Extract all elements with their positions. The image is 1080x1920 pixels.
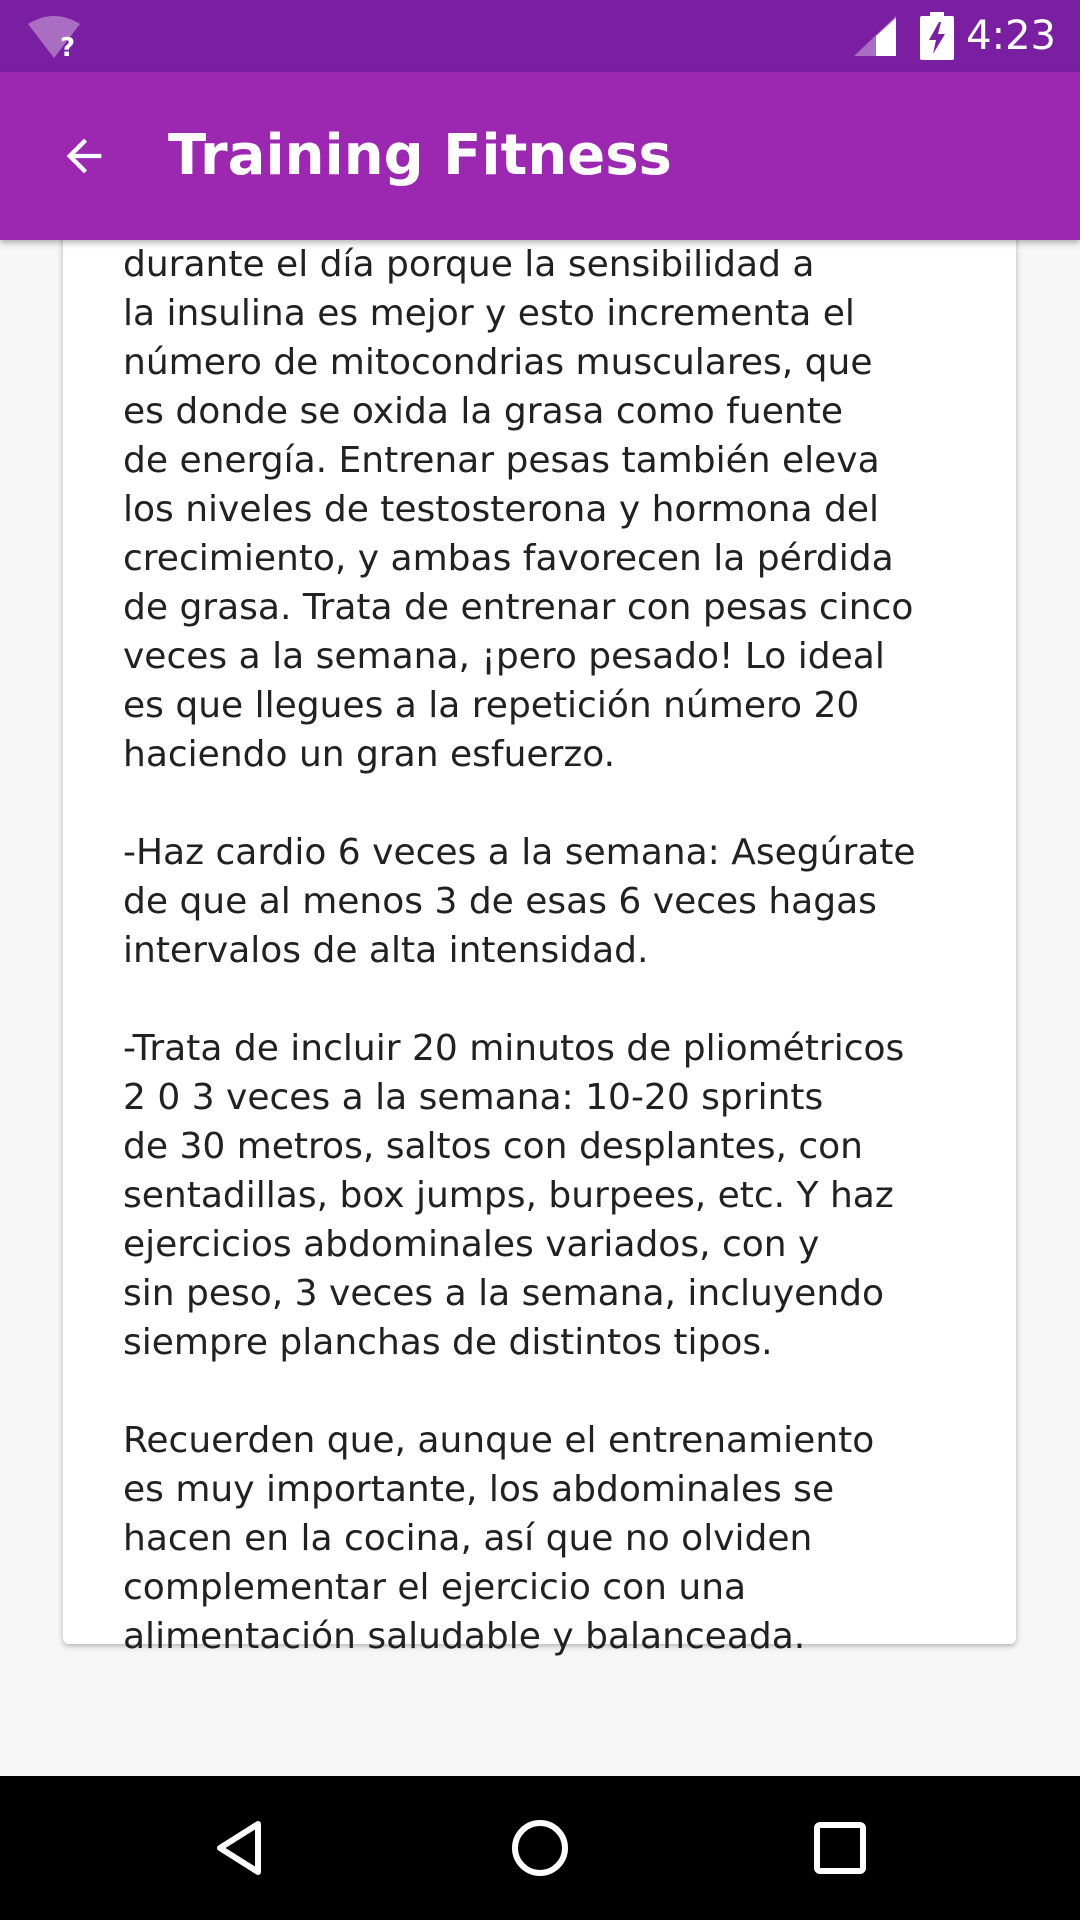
article-text: durante el día porque la sensibilidad a … — [123, 244, 916, 1657]
nav-recents-icon — [814, 1822, 866, 1874]
app-title: Training Fitness — [168, 123, 672, 188]
navigation-bar — [0, 1776, 1080, 1920]
article-card: durante el día porque la sensibilidad a … — [63, 240, 1016, 1657]
wifi-unknown-icon: ? — [28, 16, 80, 60]
svg-text:?: ? — [60, 33, 75, 60]
battery-charging-icon — [920, 12, 954, 60]
arrow-back-icon — [66, 138, 102, 174]
nav-back-icon — [217, 1821, 261, 1875]
back-button[interactable] — [36, 112, 132, 200]
content-scroll-area[interactable]: durante el día porque la sensibilidad a … — [0, 240, 1080, 1776]
status-time: 4:23 — [966, 13, 1056, 59]
cell-signal-icon — [854, 16, 896, 56]
nav-home-button[interactable] — [500, 1808, 580, 1888]
nav-recents-button[interactable] — [800, 1808, 880, 1888]
app-bar: Training Fitness — [0, 72, 1080, 240]
status-bar: ? 4:23 — [0, 0, 1080, 72]
nav-home-icon — [512, 1820, 568, 1876]
nav-back-button[interactable] — [200, 1808, 280, 1888]
screen: ? 4:23 Training Fitness durante el día p… — [0, 0, 1080, 1920]
